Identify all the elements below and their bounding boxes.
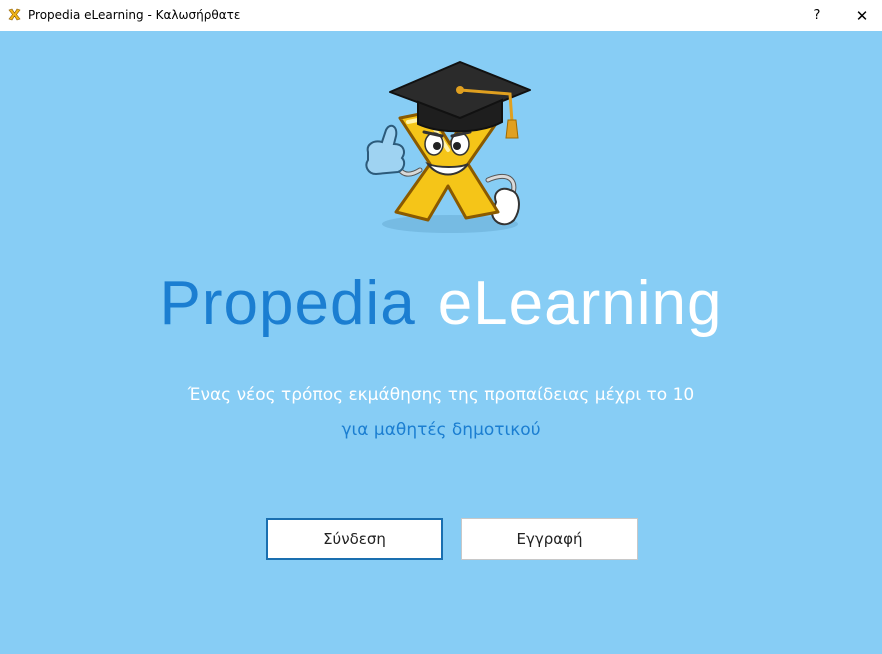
tagline-line-1: Ένας νέος τρόπος εκμάθησης της προπαίδει… [187, 385, 695, 405]
app-title-part-1: Propedia [159, 269, 416, 338]
login-button[interactable]: Σύνδεση [266, 518, 443, 560]
app-title: Propedia eLearning [0, 268, 882, 339]
app-window: Propedia eLearning - Καλωσήρθατε ? ✕ Pro… [0, 0, 882, 654]
title-bar[interactable]: Propedia eLearning - Καλωσήρθατε ? ✕ [0, 0, 882, 31]
tagline-line-2: για μαθητές δημοτικού [341, 420, 541, 440]
window-title: Propedia eLearning - Καλωσήρθατε [28, 8, 241, 22]
help-button[interactable]: ? [797, 0, 837, 31]
app-icon [8, 8, 21, 21]
close-button[interactable]: ✕ [842, 0, 882, 31]
app-title-part-2: eLearning [437, 269, 723, 338]
register-button[interactable]: Εγγραφή [461, 518, 638, 560]
graduation-x-mascot-icon [365, 61, 531, 233]
